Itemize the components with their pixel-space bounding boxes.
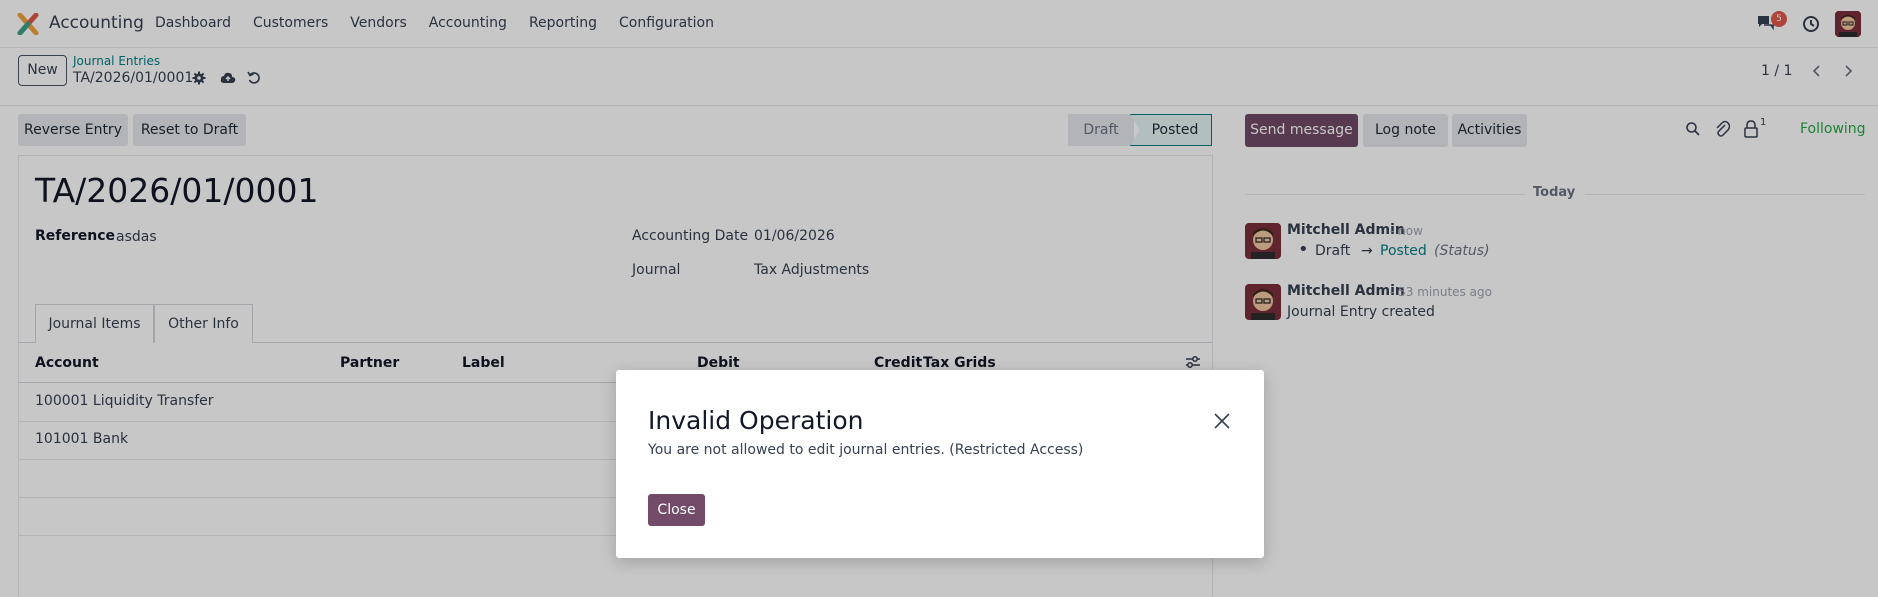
dialog-message: You are not allowed to edit journal entr…: [648, 442, 1084, 458]
close-icon[interactable]: [1213, 412, 1231, 430]
invalid-operation-dialog: Invalid Operation You are not allowed to…: [616, 370, 1264, 558]
dialog-title: Invalid Operation: [648, 406, 864, 435]
close-button[interactable]: Close: [648, 494, 705, 526]
